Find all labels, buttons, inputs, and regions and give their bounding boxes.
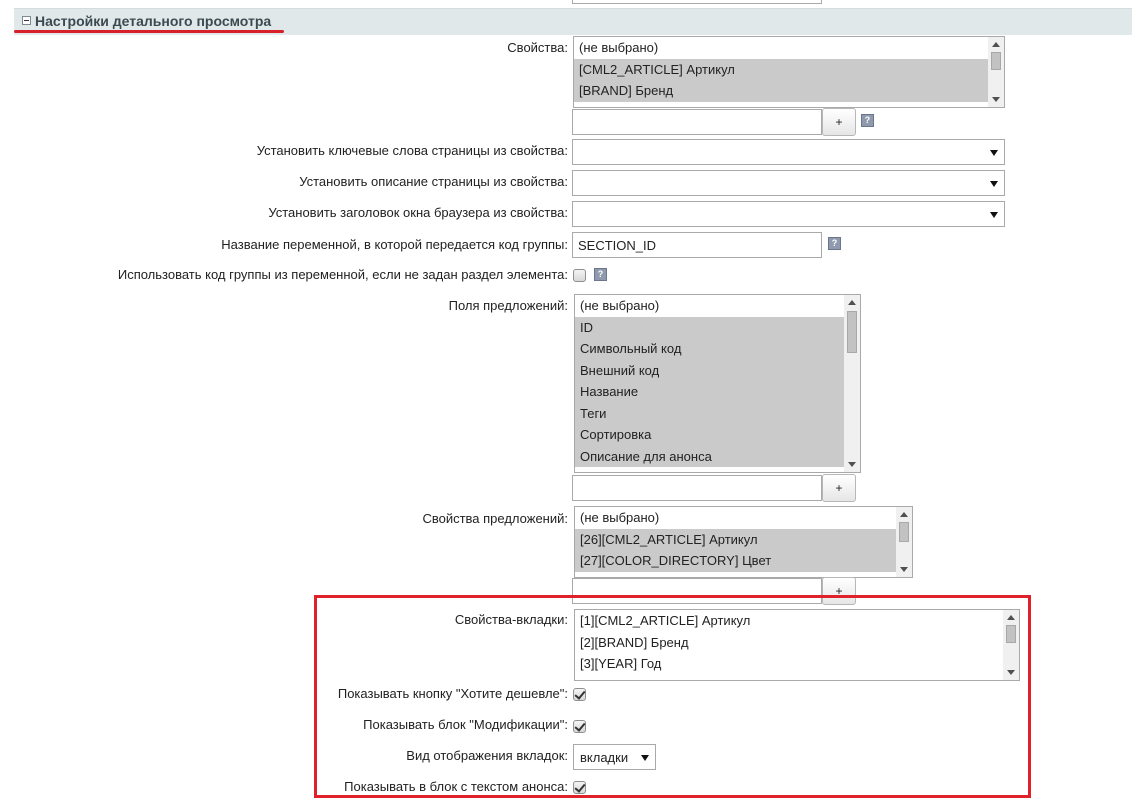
scroll-down-icon[interactable]: [900, 567, 908, 572]
list-item[interactable]: [1][CML2_ARTICLE] Артикул: [575, 610, 1003, 632]
help-icon[interactable]: ?: [861, 114, 874, 127]
dropdown-arrow-icon: [990, 212, 998, 218]
list-item[interactable]: [3][YEAR] Год: [575, 653, 1003, 675]
scroll-thumb[interactable]: [991, 52, 1001, 70]
keywords-select[interactable]: [572, 139, 1005, 165]
tab-properties-scrollbar[interactable]: [1003, 610, 1019, 680]
section-var-input[interactable]: [572, 232, 822, 258]
list-item[interactable]: [CML2_ARTICLE] Артикул: [574, 58, 988, 80]
show-modifications-label: Показывать блок "Модификации":: [363, 717, 568, 732]
use-section-code-checkbox[interactable]: [573, 269, 586, 282]
dropdown-arrow-icon: [990, 150, 998, 156]
properties-add-input[interactable]: [572, 109, 822, 135]
properties-label: Свойства:: [507, 40, 568, 55]
offer-fields-add-button[interactable]: +: [822, 474, 856, 502]
properties-scrollbar[interactable]: [988, 37, 1004, 107]
list-item[interactable]: (не выбрано): [574, 37, 988, 59]
list-item[interactable]: [26][CML2_ARTICLE] Артикул: [575, 528, 896, 550]
list-item[interactable]: Сортировка: [575, 424, 844, 446]
scroll-up-icon[interactable]: [992, 42, 1000, 47]
offer-fields-add-input[interactable]: [572, 475, 822, 501]
list-item[interactable]: ID: [575, 316, 844, 338]
offer-fields-label: Поля предложений:: [448, 298, 568, 313]
scroll-thumb[interactable]: [1006, 625, 1016, 643]
scroll-down-icon[interactable]: [848, 462, 856, 467]
list-item[interactable]: Описание для анонса: [575, 445, 844, 467]
keywords-label: Установить ключевые слова страницы из св…: [256, 143, 568, 158]
offer-properties-scrollbar[interactable]: [896, 507, 912, 577]
show-in-preview-label: Показывать в блок с текстом анонса:: [344, 779, 568, 794]
prev-input-edge[interactable]: [572, 0, 822, 4]
dropdown-arrow-icon: [990, 181, 998, 187]
help-icon[interactable]: ?: [594, 268, 607, 281]
scroll-up-icon[interactable]: [1007, 615, 1015, 620]
offer-fields-listbox[interactable]: (не выбрано) ID Символьный код Внешний код Н…: [574, 294, 861, 473]
list-item[interactable]: Внешний код: [575, 359, 844, 381]
list-item[interactable]: [2][BRAND] Бренд: [575, 632, 1003, 654]
list-item[interactable]: (не выбрано): [575, 507, 896, 529]
show-cheaper-label: Показывать кнопку "Хотите дешевле":: [337, 686, 568, 701]
description-select[interactable]: [572, 170, 1005, 196]
list-item[interactable]: Название: [575, 381, 844, 403]
list-item[interactable]: (не выбрано): [575, 295, 844, 317]
list-item[interactable]: [BRAND] Бренд: [574, 80, 988, 102]
show-cheaper-checkbox[interactable]: [573, 688, 586, 701]
scroll-thumb[interactable]: [899, 522, 909, 542]
browser-title-label: Установить заголовок окна браузера из св…: [268, 205, 568, 220]
offer-properties-add-button[interactable]: +: [822, 577, 856, 605]
list-item[interactable]: Теги: [575, 402, 844, 424]
scroll-up-icon[interactable]: [900, 512, 908, 517]
list-item[interactable]: Символьный код: [575, 338, 844, 360]
section-title: Настройки детального просмотра: [35, 13, 272, 29]
tab-properties-listbox[interactable]: [1][CML2_ARTICLE] Артикул [2][BRAND] Брен…: [574, 609, 1020, 681]
offer-fields-scrollbar[interactable]: [844, 295, 860, 472]
section-var-label: Название переменной, в которой передаетс…: [221, 237, 568, 252]
collapse-icon[interactable]: [22, 16, 31, 25]
show-in-preview-checkbox[interactable]: [573, 781, 586, 794]
description-label: Установить описание страницы из свойства…: [299, 174, 568, 189]
tab-properties-label: Свойства-вкладки:: [454, 612, 568, 627]
scroll-thumb[interactable]: [847, 311, 857, 353]
scroll-up-icon[interactable]: [848, 300, 856, 305]
show-modifications-checkbox[interactable]: [573, 720, 586, 733]
list-item[interactable]: [27][COLOR_DIRECTORY] Цвет: [575, 550, 896, 572]
use-section-code-label: Использовать код группы из переменной, е…: [117, 267, 568, 282]
tabs-view-label: Вид отображения вкладок:: [406, 748, 568, 763]
browser-title-select[interactable]: [572, 201, 1005, 227]
properties-listbox[interactable]: (не выбрано) [CML2_ARTICLE] Артикул [BRAND…: [573, 36, 1005, 108]
tabs-view-select-value: вкладки: [580, 750, 629, 765]
offer-properties-label: Свойства предложений:: [422, 511, 568, 526]
title-underline-annotation: [14, 30, 284, 33]
help-icon[interactable]: ?: [828, 237, 841, 250]
offer-properties-add-input[interactable]: [572, 578, 822, 604]
scroll-down-icon[interactable]: [992, 97, 1000, 102]
dropdown-arrow-icon: [641, 755, 649, 761]
properties-add-button[interactable]: +: [822, 108, 856, 136]
scroll-down-icon[interactable]: [1007, 670, 1015, 675]
offer-properties-listbox[interactable]: (не выбрано) [26][CML2_ARTICLE] Артикул [2…: [574, 506, 913, 578]
tabs-view-select[interactable]: вкладки: [573, 744, 656, 770]
